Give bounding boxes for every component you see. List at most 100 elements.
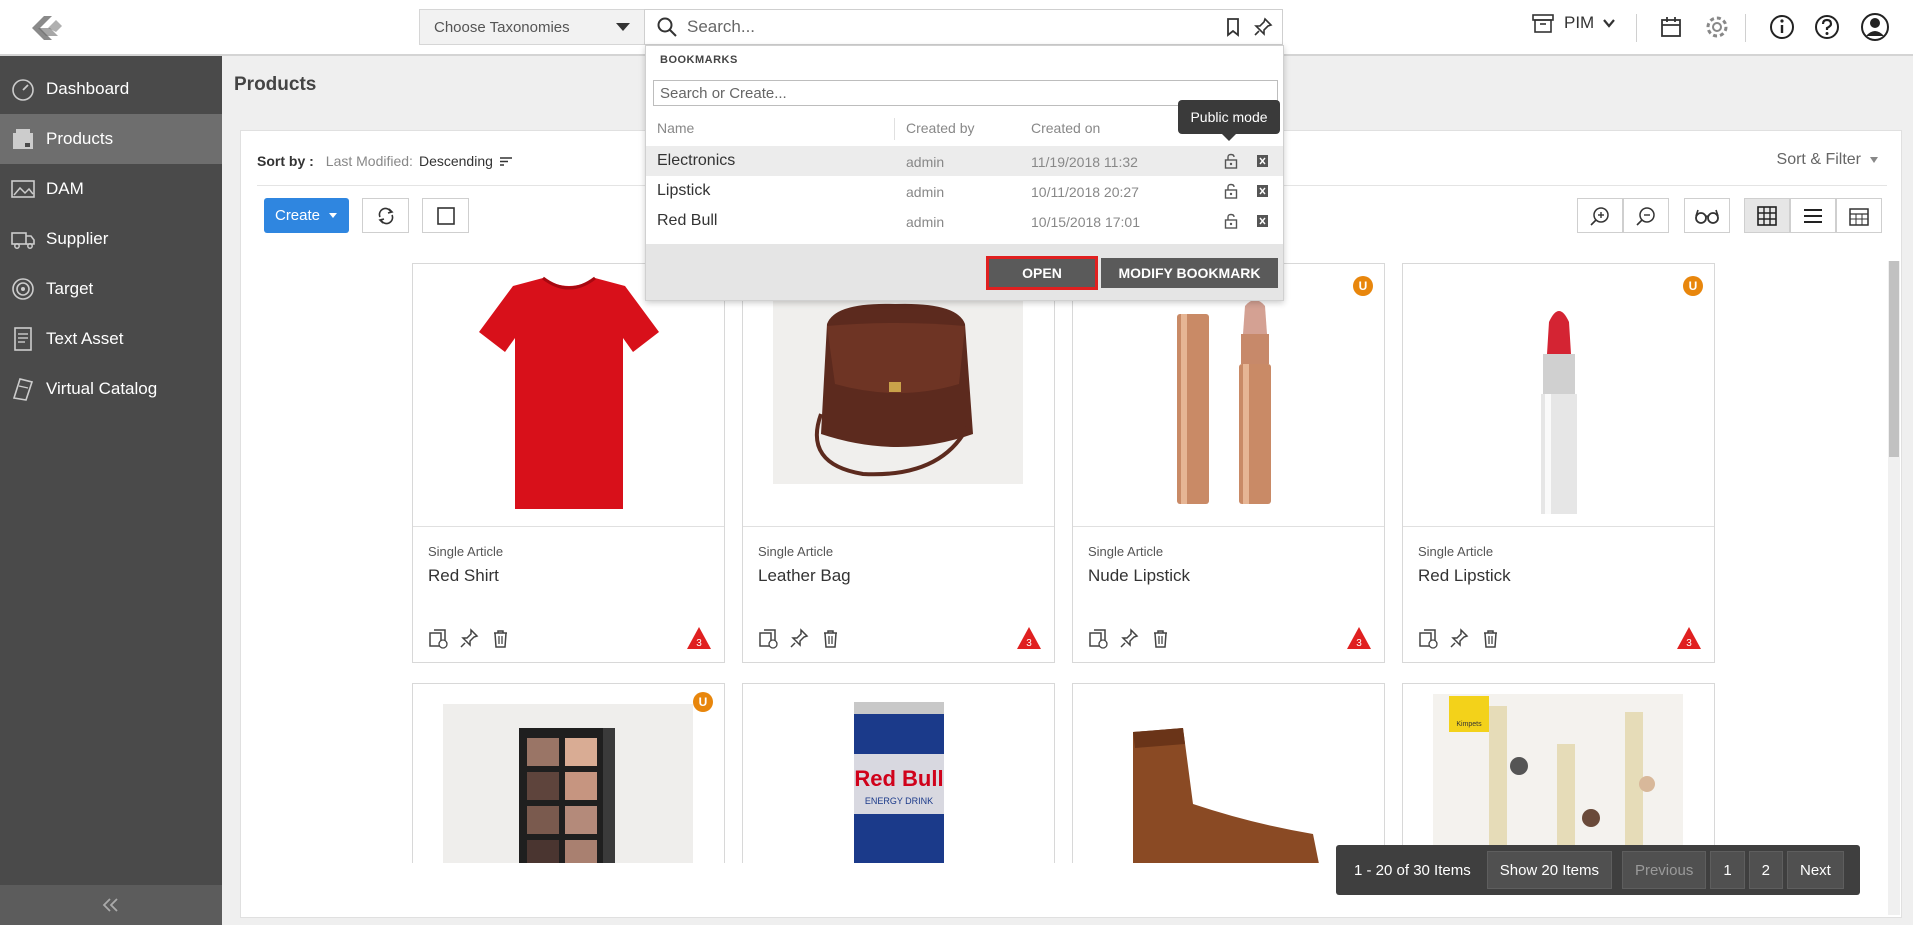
column-header-created-on[interactable]: Created on [1031, 120, 1100, 136]
scrollbar-track[interactable] [1888, 261, 1900, 915]
unlock-icon[interactable] [1224, 183, 1238, 199]
copy-icon[interactable] [1088, 628, 1109, 649]
search-input[interactable] [679, 11, 1222, 43]
refresh-button[interactable] [362, 198, 409, 233]
previous-page-button[interactable]: Previous [1621, 851, 1707, 889]
product-name[interactable]: Nude Lipstick [1088, 566, 1190, 586]
sidebar-item-label: Dashboard [46, 79, 130, 98]
product-name[interactable]: Red Lipstick [1418, 566, 1511, 586]
scrollbar-thumb[interactable] [1889, 261, 1899, 457]
gear-icon[interactable] [1702, 12, 1732, 42]
pin-icon[interactable] [1449, 628, 1470, 649]
product-card[interactable]: Kimpets [1402, 683, 1715, 863]
calendar-view-button[interactable] [1836, 198, 1882, 233]
product-card[interactable]: Red Bull ENERGY DRINK [742, 683, 1055, 863]
red-bull-can-image: Red Bull ENERGY DRINK [854, 702, 944, 863]
product-name[interactable]: Red Shirt [428, 566, 499, 586]
column-header-created-by[interactable]: Created by [906, 120, 974, 136]
page-1-button[interactable]: 1 [1710, 851, 1745, 889]
bookmark-row[interactable]: Lipstick admin 10/11/2018 20:27 [646, 176, 1283, 206]
warning-icon[interactable]: 3 [686, 626, 712, 650]
bookmark-icon[interactable] [1222, 16, 1244, 38]
zoom-out-button[interactable] [1623, 198, 1669, 233]
delete-icon[interactable] [1256, 214, 1269, 228]
select-all-button[interactable] [422, 198, 469, 233]
product-card[interactable]: Single Article Red Shirt 3 [412, 263, 725, 663]
card-actions [428, 628, 511, 649]
column-header-name[interactable]: Name [657, 120, 694, 136]
list-view-button[interactable] [1790, 198, 1836, 233]
product-card[interactable]: Single Article Leather Bag 3 [742, 263, 1055, 663]
preview-button[interactable] [1684, 198, 1730, 233]
search-icon [657, 17, 677, 37]
copy-icon[interactable] [758, 628, 779, 649]
pin-icon[interactable] [789, 628, 810, 649]
copy-icon[interactable] [1418, 628, 1439, 649]
sidebar: Dashboard Products DAM Supplier Target T… [0, 56, 222, 925]
product-card[interactable] [1072, 683, 1385, 863]
sidebar-item-virtual-catalog[interactable]: Virtual Catalog [0, 364, 222, 414]
bookmark-name: Lipstick [657, 182, 711, 199]
trash-icon[interactable] [490, 628, 511, 649]
pin-icon[interactable] [1252, 16, 1274, 38]
collapse-sidebar-button[interactable] [0, 885, 222, 925]
product-image[interactable] [413, 264, 724, 527]
warning-icon[interactable]: 3 [1016, 626, 1042, 650]
caret-down-icon [1870, 157, 1878, 163]
pin-icon[interactable] [459, 628, 480, 649]
unlock-icon[interactable] [1224, 153, 1238, 169]
page-size-button[interactable]: Show 20 Items [1486, 851, 1612, 889]
user-avatar-icon[interactable] [1860, 12, 1890, 42]
sidebar-item-dashboard[interactable]: Dashboard [0, 64, 222, 114]
product-card[interactable]: U Single Article Nude Lipstick 3 [1072, 263, 1385, 663]
warning-icon[interactable]: 3 [1346, 626, 1372, 650]
next-page-button[interactable]: Next [1787, 851, 1844, 889]
calendar-box-icon[interactable] [1656, 12, 1686, 42]
boot-image [1133, 728, 1319, 863]
pin-icon[interactable] [1119, 628, 1140, 649]
sort-field[interactable]: Last Modified: [326, 153, 413, 169]
warning-count: 3 [1686, 638, 1692, 649]
public-mode-tooltip: Public mode [1178, 100, 1280, 141]
sidebar-item-target[interactable]: Target [0, 264, 222, 314]
create-button[interactable]: Create [264, 198, 349, 233]
product-image[interactable] [1403, 264, 1714, 527]
sidebar-item-dam[interactable]: DAM [0, 164, 222, 214]
modify-bookmark-button[interactable]: MODIFY BOOKMARK [1101, 258, 1278, 288]
sidebar-item-supplier[interactable]: Supplier [0, 214, 222, 264]
trash-icon[interactable] [1480, 628, 1501, 649]
info-icon[interactable] [1767, 12, 1797, 42]
product-image[interactable] [1073, 264, 1384, 527]
sort-lines-icon[interactable] [499, 155, 513, 167]
product-card[interactable]: U [412, 683, 725, 863]
product-card[interactable]: U Single Article Red Lipstick 3 [1402, 263, 1715, 663]
calendar-icon [1849, 207, 1869, 226]
product-image[interactable] [743, 264, 1054, 527]
zoom-in-button[interactable] [1577, 198, 1623, 233]
trash-icon[interactable] [1150, 628, 1171, 649]
bookmark-row[interactable]: Electronics admin 11/19/2018 11:32 [646, 146, 1283, 176]
sort-order[interactable]: Descending [419, 153, 493, 169]
taxonomy-select[interactable]: Choose Taxonomies [419, 9, 644, 45]
module-switcher[interactable]: PIM [1530, 10, 1616, 36]
product-type: Single Article [1088, 544, 1164, 559]
open-bookmark-button[interactable]: OPEN [986, 256, 1098, 290]
trash-icon[interactable] [820, 628, 841, 649]
chevron-down-icon [1603, 19, 1616, 28]
app-logo-icon[interactable] [18, 8, 72, 48]
red-shirt-image [479, 276, 659, 509]
copy-icon[interactable] [428, 628, 449, 649]
sidebar-item-products[interactable]: Products [0, 114, 222, 164]
warning-icon[interactable]: 3 [1676, 626, 1702, 650]
unlock-icon[interactable] [1224, 213, 1238, 229]
product-name[interactable]: Leather Bag [758, 566, 851, 586]
sidebar-item-text-asset[interactable]: Text Asset [0, 314, 222, 364]
help-icon[interactable] [1812, 12, 1842, 42]
page-2-button[interactable]: 2 [1748, 851, 1783, 889]
delete-icon[interactable] [1256, 154, 1269, 168]
bookmark-row[interactable]: Red Bull admin 10/15/2018 17:01 [646, 206, 1283, 236]
sort-filter-button[interactable]: Sort & Filter [1777, 151, 1879, 169]
delete-icon[interactable] [1256, 184, 1269, 198]
grid-view-button[interactable] [1744, 198, 1790, 233]
checkbox-icon [436, 206, 455, 225]
